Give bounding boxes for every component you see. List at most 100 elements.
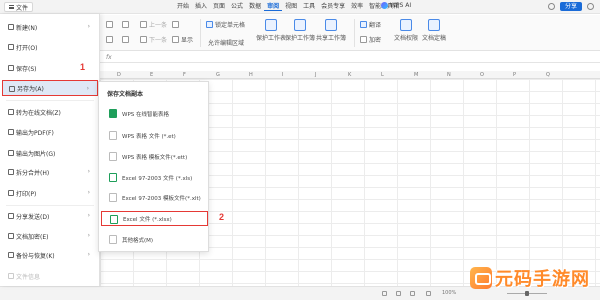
menu-item-label: 打开(O)	[16, 44, 38, 52]
submenu-title: 保存文档副本	[107, 91, 144, 98]
col-header[interactable]: P	[513, 71, 516, 79]
save-as-xlt[interactable]: Excel 97-2003 模板文件(*.xlt)	[101, 190, 208, 205]
menu-item-print[interactable]: 打印(P) ›	[2, 185, 98, 201]
menu-item-open[interactable]: 打开(O)	[2, 39, 98, 55]
menu-item-save-as[interactable]: 另存为(A) ›	[2, 80, 98, 96]
save-as-xls[interactable]: Excel 97-2003 文件 (*.xls)	[101, 170, 208, 185]
col-header[interactable]: N	[447, 71, 451, 79]
save-as-icon	[9, 86, 15, 92]
save-as-et[interactable]: WPS 表格 文件 (*.et)	[101, 128, 208, 143]
edit-comment-icon	[122, 20, 129, 28]
menu-item-share-send[interactable]: 分享发送(D) ›	[2, 208, 98, 224]
ribbon-icon-e[interactable]	[172, 20, 179, 28]
ribbon-divider	[200, 19, 201, 47]
menu-item-label: 保存(S)	[16, 65, 37, 73]
doc-finalize-button[interactable]: 文档定稿	[422, 19, 446, 42]
collaboration-icon[interactable]	[547, 3, 555, 10]
tab-efficiency[interactable]: 效率	[348, 3, 366, 11]
reading-mode-icon[interactable]	[426, 291, 431, 296]
tab-view[interactable]: 视图	[282, 3, 300, 11]
ribbon-icon-c[interactable]	[106, 35, 113, 43]
wps-ai-button[interactable]: WPS AI	[381, 2, 411, 9]
view-layout-icon[interactable]	[396, 291, 401, 296]
doc-permission-button[interactable]: 文档权限	[394, 19, 418, 42]
col-header[interactable]: J	[315, 71, 316, 79]
col-header[interactable]: Q	[546, 71, 550, 79]
col-header[interactable]: D	[117, 71, 121, 79]
menu-item-encrypt[interactable]: 文档加密(E) ›	[2, 228, 98, 244]
formula-bar[interactable]: fx	[100, 52, 600, 63]
show-button[interactable]: 显示	[172, 35, 193, 44]
encrypt-button[interactable]: 加密	[360, 35, 381, 44]
menu-item-split-merge[interactable]: 拆分合并(H) ›	[2, 164, 98, 180]
doc-permission-icon	[400, 19, 412, 31]
save-as-xlsx[interactable]: Excel 文件 (*.xlsx)	[101, 211, 208, 226]
backup-icon	[8, 252, 14, 258]
protect-workbook-label: 保护工作簿	[285, 35, 316, 42]
menu-item-backup[interactable]: 备份与恢复(K) ›	[2, 247, 98, 263]
menu-item-file-info[interactable]: 文件信息	[2, 268, 98, 284]
chevron-right-icon: ›	[87, 232, 90, 239]
watermark-text: 元码手游网	[495, 269, 590, 290]
zoom-level[interactable]: 100%	[442, 290, 456, 296]
save-as-other-format[interactable]: 其他格式(M)	[101, 232, 208, 247]
tab-review[interactable]: 审阅	[264, 3, 283, 11]
col-header[interactable]: F	[183, 71, 186, 79]
col-header[interactable]: E	[150, 71, 153, 79]
view-normal-icon[interactable]	[382, 291, 387, 296]
menu-item-new[interactable]: 新建(N) ›	[2, 19, 98, 35]
tab-page[interactable]: 页面	[210, 3, 228, 11]
share-workbook-button[interactable]: 共享工作簿	[316, 19, 346, 42]
share-button[interactable]: 分享	[559, 2, 582, 11]
lock-cells-button[interactable]: 锁定单元格	[206, 20, 245, 29]
col-header[interactable]: H	[249, 71, 253, 79]
menu-item-online-doc[interactable]: 转为在线文档(Z)	[2, 104, 98, 120]
comment-icon	[106, 20, 113, 28]
menu-item-export-pdf[interactable]: 输出为PDF(F)	[2, 124, 98, 140]
image-icon	[8, 150, 14, 156]
col-header[interactable]: I	[282, 71, 283, 79]
next-comment-button[interactable]: 下一条	[140, 35, 167, 44]
ribbon-icon-b[interactable]	[122, 20, 129, 28]
menu-item-export-image[interactable]: 输出为图片(G)	[2, 145, 98, 161]
translate-button[interactable]: 翻译	[360, 20, 382, 29]
view-page-break-icon[interactable]	[410, 291, 415, 296]
share-workbook-icon	[325, 19, 337, 31]
translate-label: 翻译	[369, 21, 382, 29]
more-icon[interactable]	[587, 3, 594, 10]
chevron-right-icon: ›	[87, 168, 90, 175]
save-as-online-sheet[interactable]: WPS 在线智能表格	[101, 106, 208, 121]
ribbon-icon-d[interactable]	[122, 35, 129, 43]
tab-formula[interactable]: 公式	[228, 3, 246, 11]
protect-workbook-button[interactable]: 保护工作簿	[285, 19, 315, 42]
ribbon-icon-a[interactable]	[106, 20, 113, 28]
open-folder-icon	[8, 44, 14, 50]
col-header[interactable]: O	[480, 71, 484, 79]
tab-tools[interactable]: 工具	[300, 3, 318, 11]
menu-item-label: 转为在线文档(Z)	[16, 109, 61, 117]
protect-sheet-button[interactable]: 保护工作表	[256, 19, 286, 42]
tab-home[interactable]: 开始	[174, 3, 192, 11]
hamburger-icon	[9, 5, 14, 9]
encrypt-icon	[360, 35, 367, 43]
step-annotation-1: 1	[80, 62, 86, 72]
chevron-right-icon: ›	[87, 189, 90, 196]
col-header[interactable]: L	[381, 71, 384, 79]
prev-comment-button[interactable]: 上一条	[140, 20, 167, 29]
translate-icon	[360, 20, 367, 28]
allow-edit-range-button[interactable]: 允许编辑区域	[208, 31, 244, 47]
lock-icon	[206, 20, 213, 28]
submenu-item-label: Excel 97-2003 模板文件(*.xlt)	[122, 195, 201, 202]
chevron-right-icon: ›	[86, 85, 89, 92]
col-header[interactable]: M	[414, 71, 418, 79]
col-header[interactable]: G	[216, 71, 220, 79]
tab-insert[interactable]: 插入	[192, 3, 210, 11]
file-menu-button[interactable]: 文件	[4, 2, 34, 12]
save-as-submenu: 保存文档副本 WPS 在线智能表格 WPS 表格 文件 (*.et) WPS 表…	[98, 81, 209, 252]
save-as-ett[interactable]: WPS 表格 模板文件(*.ett)	[101, 149, 208, 164]
tab-member[interactable]: 会员专享	[318, 3, 348, 11]
submenu-item-label: 其他格式(M)	[122, 237, 154, 244]
allow-edit-range-label: 允许编辑区域	[208, 40, 245, 47]
tab-data[interactable]: 数据	[246, 3, 264, 11]
col-header[interactable]: K	[348, 71, 351, 79]
